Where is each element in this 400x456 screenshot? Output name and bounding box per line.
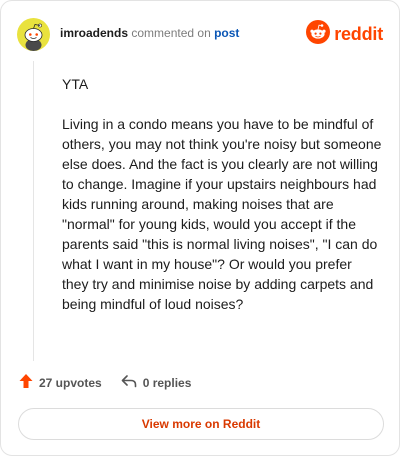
upvote-count: 27 upvotes — [39, 375, 102, 390]
reddit-snoo-icon — [306, 20, 331, 49]
comment-byline: imroadends commented on post — [60, 25, 239, 41]
upvote-action[interactable]: 27 upvotes — [19, 373, 102, 392]
thread-line — [33, 61, 34, 361]
reply-arrow-icon[interactable] — [121, 374, 137, 391]
commented-on-text: commented on — [131, 26, 211, 40]
comment-body: YTA Living in a condo means you have to … — [62, 74, 382, 334]
reddit-logo[interactable]: reddit — [306, 20, 383, 49]
reddit-wordmark: reddit — [334, 24, 383, 44]
reply-action[interactable]: 0 replies — [121, 374, 192, 391]
view-more-on-reddit-button[interactable]: View more on Reddit — [18, 408, 384, 440]
comment-paragraph: YTA — [62, 76, 89, 92]
comment-paragraph: Living in a condo means you have to be m… — [62, 116, 382, 312]
comment-actions: 27 upvotes 0 replies — [19, 373, 191, 392]
username-link[interactable]: imroadends — [60, 26, 128, 40]
reply-count: 0 replies — [142, 375, 192, 390]
comment-header: imroadends commented on post reddit — [17, 16, 383, 52]
upvote-arrow-icon[interactable] — [19, 373, 33, 392]
snoo-avatar-icon[interactable] — [17, 17, 50, 51]
post-link[interactable]: post — [214, 26, 239, 40]
comment-embed-card: imroadends commented on post reddit YTA … — [0, 0, 400, 456]
